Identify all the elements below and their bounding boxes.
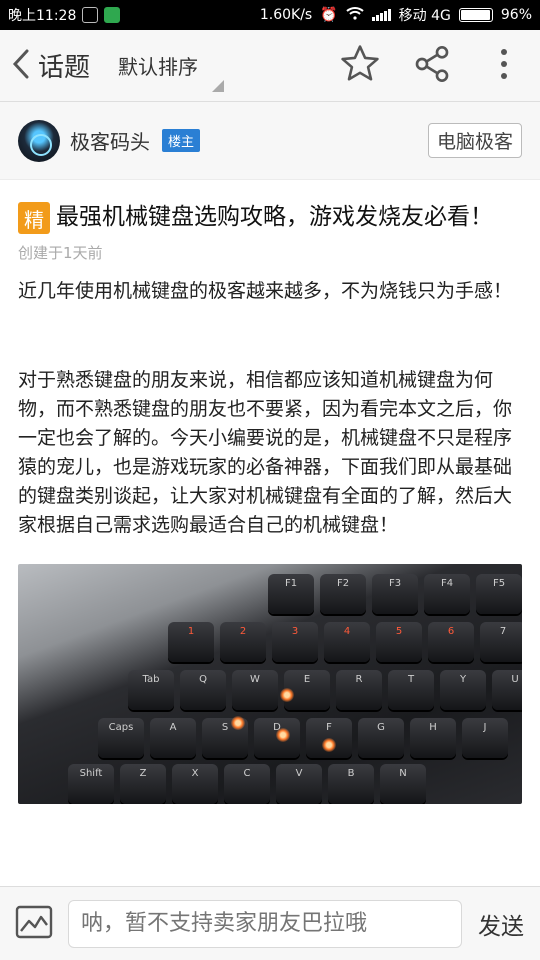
keyboard-key: Y: [440, 670, 486, 710]
keyboard-key: W: [232, 670, 278, 710]
star-icon: [338, 42, 382, 90]
author-name[interactable]: 极客码头: [70, 126, 150, 155]
share-icon: [412, 44, 452, 88]
keyboard-key: Z: [120, 764, 166, 804]
keyboard-key: A: [150, 718, 196, 758]
back-button[interactable]: [6, 30, 36, 102]
favorite-button[interactable]: [324, 30, 396, 102]
author-row: 极客码头 楼主 电脑极客: [0, 102, 540, 180]
keyboard-key: X: [172, 764, 218, 804]
keyboard-key: F2: [320, 574, 366, 614]
keyboard-key: Caps: [98, 718, 144, 758]
keyboard-key: J: [462, 718, 508, 758]
keyboard-key: R: [336, 670, 382, 710]
keyboard-key: 7: [480, 622, 522, 662]
post-body: 对于熟悉键盘的朋友来说，相信都应该知道机械键盘为何物，而不熟悉键盘的朋友也不要紧…: [18, 369, 513, 536]
owner-badge: 楼主: [162, 129, 201, 152]
carrier-label: 移动 4G: [398, 8, 451, 24]
battery-percent: 96%: [500, 7, 532, 23]
keyboard-key: H: [410, 718, 456, 758]
status-time: 晚上11:28: [8, 8, 77, 24]
keyboard-key: 1: [168, 622, 214, 662]
keyboard-key: F3: [372, 574, 418, 614]
sort-dropdown[interactable]: 默认排序: [118, 30, 225, 102]
post-image-keyboard[interactable]: F1 F2 F3 F4 F5 1 2 3 4 5 6 7 Tab Q W E R…: [18, 564, 522, 804]
page-title: 话题: [38, 53, 91, 83]
keyboard-key: 3: [272, 622, 318, 662]
forum-button[interactable]: 电脑极客: [427, 123, 522, 158]
share-button[interactable]: [396, 30, 468, 102]
keyboard-key: F4: [424, 574, 470, 614]
post-title-row: 精 最强机械键盘选购攻略，游戏发烧友必看！: [18, 200, 522, 234]
keyboard-key: T: [388, 670, 434, 710]
more-button[interactable]: [468, 30, 540, 102]
keyboard-key: B: [328, 764, 374, 804]
network-speed: 1.60K/s: [259, 7, 313, 23]
key-led: [280, 688, 294, 702]
signal-icon: [371, 9, 391, 21]
notification-icon: [82, 7, 99, 23]
keyboard-key: F5: [476, 574, 522, 614]
alarm-icon: ⏰: [320, 7, 338, 23]
keyboard-key: Shift: [68, 764, 114, 804]
key-led: [276, 728, 290, 742]
battery-icon: [458, 8, 493, 22]
keyboard-key: F1: [268, 574, 314, 614]
keyboard-key: U: [492, 670, 522, 710]
image-icon: [15, 905, 53, 943]
insert-image-button[interactable]: [12, 902, 56, 946]
post-content[interactable]: 精 最强机械键盘选购攻略，游戏发烧友必看！ 创建于1天前 近几年使用机械键盘的极…: [0, 180, 540, 886]
app-header: 话题 默认排序: [0, 30, 540, 102]
keyboard-key: 2: [220, 622, 266, 662]
send-button[interactable]: 发送: [474, 907, 528, 941]
dropdown-corner-icon: [212, 79, 225, 92]
keyboard-key: G: [358, 718, 404, 758]
keyboard-key: 5: [376, 622, 422, 662]
keyboard-key: C: [224, 764, 270, 804]
sort-label: 默认排序: [118, 55, 199, 79]
status-bar: 晚上11:28 1.60K/s ⏰ 移动 4G 96%: [0, 0, 540, 30]
reply-input[interactable]: [68, 899, 462, 948]
keyboard-key: 4: [324, 622, 370, 662]
key-led: [322, 738, 336, 752]
app-notification-icon: [104, 7, 121, 23]
featured-badge: 精: [18, 202, 50, 234]
reply-bar: 发送: [0, 886, 540, 960]
post-lead: 近几年使用机械键盘的极客越来越多，不为烧钱只为手感！: [18, 280, 513, 302]
keyboard-key: V: [276, 764, 322, 804]
post-title: 最强机械键盘选购攻略，游戏发烧友必看！: [56, 204, 493, 230]
keyboard-key: N: [380, 764, 426, 804]
post-created-time: 创建于1天前: [18, 244, 103, 262]
avatar[interactable]: [18, 119, 60, 162]
chevron-left-icon: [12, 49, 30, 83]
keyboard-key: Tab: [128, 670, 174, 710]
wifi-icon: [345, 6, 364, 24]
key-led: [231, 716, 245, 730]
keyboard-key: 6: [428, 622, 474, 662]
more-vertical-icon: [499, 48, 509, 84]
keyboard-key: Q: [180, 670, 226, 710]
